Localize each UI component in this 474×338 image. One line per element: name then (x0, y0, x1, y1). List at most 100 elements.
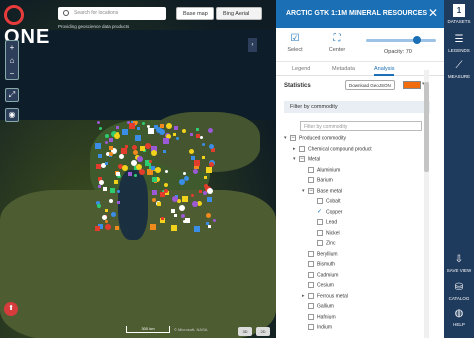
mineral-marker[interactable] (120, 147, 127, 154)
scrollbar-thumb[interactable] (424, 82, 429, 172)
tree-checkbox[interactable] (308, 282, 314, 288)
catalog-button[interactable]: ⛁ CATALOG (444, 282, 474, 301)
mineral-marker[interactable] (195, 128, 199, 132)
mineral-marker[interactable] (109, 188, 115, 194)
mineral-marker[interactable] (150, 224, 156, 231)
mineral-marker[interactable] (156, 201, 161, 206)
tree-node[interactable]: ▾ − Metal (293, 156, 320, 165)
mineral-marker[interactable] (190, 155, 195, 160)
home-button[interactable]: ⌂ (6, 54, 18, 67)
tree-checkbox[interactable]: − (308, 187, 314, 194)
tree-node[interactable]: Hafnium (302, 313, 336, 323)
mineral-marker[interactable] (179, 204, 186, 211)
mineral-marker[interactable] (159, 123, 164, 128)
tree-node[interactable]: ▸ Chemical compound product (293, 145, 372, 155)
mineral-marker[interactable] (152, 190, 158, 196)
mineral-marker[interactable] (128, 123, 135, 130)
mineral-marker[interactable] (95, 163, 101, 169)
color-swatch[interactable] (403, 81, 421, 89)
mineral-marker[interactable] (153, 125, 158, 130)
mineral-marker[interactable] (151, 166, 156, 171)
mineral-marker[interactable] (163, 150, 167, 154)
mineral-marker[interactable] (96, 120, 100, 124)
tree-node[interactable]: Lead (311, 219, 337, 228)
basemap-button[interactable]: Base map (176, 7, 214, 20)
mineral-marker[interactable] (104, 219, 108, 223)
tab-metadata[interactable]: Metadata (332, 66, 355, 72)
mineral-marker[interactable] (148, 159, 152, 163)
opacity-slider[interactable] (366, 36, 436, 44)
tree-checkbox[interactable]: ✓ (317, 208, 323, 215)
zoom-out-button[interactable]: − (6, 67, 18, 80)
tree-node[interactable]: Indium (302, 324, 332, 333)
mineral-marker[interactable] (172, 195, 179, 202)
globe-icon[interactable]: ◉ (5, 108, 19, 122)
mineral-marker[interactable] (133, 149, 139, 155)
mineral-marker[interactable] (160, 192, 166, 198)
tree-checkbox[interactable] (299, 145, 305, 152)
mineral-marker[interactable] (193, 160, 200, 167)
mineral-marker[interactable] (128, 171, 133, 176)
tree-node[interactable]: Cobalt (311, 198, 340, 207)
tree-checkbox[interactable] (308, 271, 314, 278)
tree-node[interactable]: ✓ Copper (311, 208, 342, 218)
tree-node[interactable]: Zinc (311, 240, 335, 249)
mineral-marker[interactable] (98, 184, 102, 188)
mineral-marker[interactable] (206, 196, 212, 202)
view-2d-button[interactable]: 2D (256, 327, 270, 336)
mineral-marker[interactable] (109, 145, 114, 150)
center-button[interactable]: ⛶ Center (322, 33, 352, 53)
mineral-marker[interactable] (99, 126, 103, 130)
tree-node[interactable]: Bismuth (302, 261, 335, 270)
tree-node[interactable]: Aluminium (302, 166, 340, 176)
tree-node[interactable]: Barium (302, 177, 333, 186)
mineral-marker[interactable] (206, 188, 213, 195)
tree-checkbox[interactable] (308, 324, 314, 330)
tree-node[interactable]: Cesium (302, 282, 334, 291)
tree-node[interactable]: ▾ − Produced commodity (284, 135, 346, 144)
mineral-marker[interactable] (163, 182, 168, 187)
mineral-marker[interactable] (134, 134, 141, 141)
tree-checkbox[interactable] (308, 313, 314, 320)
mineral-marker[interactable] (199, 189, 203, 193)
view-3d-button[interactable]: 3D (238, 327, 252, 336)
mineral-marker[interactable] (105, 162, 109, 166)
mineral-marker[interactable] (171, 209, 176, 214)
tree-checkbox[interactable] (308, 292, 314, 299)
legends-button[interactable]: ☰ LEGENDS (444, 34, 474, 53)
save-view-button[interactable]: ⇩ SAVE VIEW (444, 254, 474, 273)
mineral-marker[interactable] (122, 164, 129, 171)
fullscreen-icon[interactable]: ⤢ (5, 88, 19, 102)
location-search-input[interactable]: Search for locations (58, 7, 166, 20)
select-button[interactable]: ☑ Select (280, 33, 310, 53)
mineral-marker[interactable] (204, 176, 208, 180)
mineral-marker[interactable] (104, 208, 108, 212)
mineral-marker[interactable] (132, 144, 138, 150)
opacity-slider-handle[interactable] (413, 36, 421, 44)
zoom-in-button[interactable]: + (6, 41, 18, 54)
mineral-marker[interactable] (115, 226, 120, 231)
mineral-marker[interactable] (117, 200, 121, 204)
mineral-marker[interactable] (102, 187, 107, 192)
mineral-marker[interactable] (180, 213, 185, 218)
tab-analysis[interactable]: Analysis (374, 66, 395, 76)
mineral-marker[interactable] (176, 136, 180, 140)
tree-checkbox[interactable] (317, 229, 323, 236)
tree-checkbox[interactable] (308, 166, 314, 173)
commodity-filter-input[interactable]: Filter by commodity (300, 121, 422, 131)
mineral-marker[interactable] (139, 146, 145, 152)
mineral-marker[interactable] (97, 153, 102, 158)
download-geojson-button[interactable]: Download GeoJSON (345, 80, 395, 90)
measure-button[interactable]: ⟋ MEASURE (444, 60, 474, 79)
mineral-marker[interactable] (161, 217, 165, 221)
tree-checkbox[interactable] (317, 198, 323, 204)
mineral-marker[interactable] (108, 199, 113, 203)
mineral-marker[interactable] (190, 194, 194, 198)
mineral-marker[interactable] (171, 225, 178, 232)
mineral-marker[interactable] (192, 200, 199, 207)
help-button[interactable]: ◍ HELP (444, 308, 474, 327)
compass-icon[interactable]: ⬆ (4, 302, 18, 316)
tree-checkbox[interactable] (308, 177, 314, 183)
mineral-marker[interactable] (194, 226, 201, 233)
mineral-marker[interactable] (151, 176, 157, 182)
